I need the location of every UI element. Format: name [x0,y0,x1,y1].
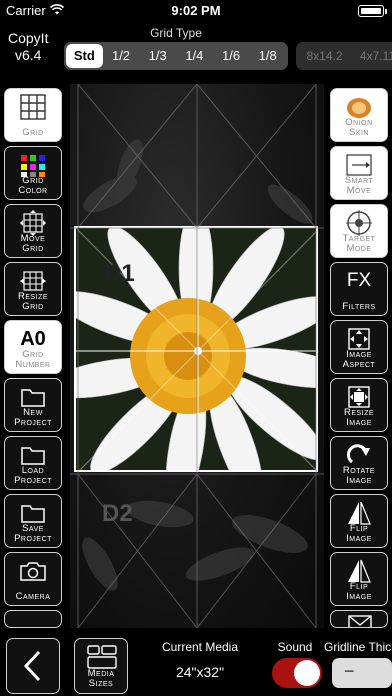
canvas-area[interactable]: D1 D2 [70,84,324,628]
resize-image-button[interactable]: Resize Image [330,378,388,432]
grid-number-button[interactable]: A0 Grid Number [4,320,62,374]
grid-number-label-2: Number [15,359,51,370]
cell-label-d2: D2 [102,500,133,527]
cell-label-d1: D1 [104,260,135,287]
grid-type-eighth[interactable]: 1/8 [249,44,286,68]
grid-type-quarter[interactable]: 1/4 [176,44,213,68]
grid-size-option[interactable]: 8x14.2 [298,44,351,68]
camera-button[interactable]: Camera [4,552,62,606]
fx-icon: FX [346,270,372,291]
grid-color-button[interactable]: Grid Color [4,146,62,200]
grid-type-third[interactable]: 1/3 [139,44,176,68]
flip-vertical-label-2: Image [346,591,372,602]
move-grid-label-2: Grid [22,243,44,254]
app-title: CopyIt v6.4 [8,30,48,64]
smart-move-button[interactable]: Smart Move [330,146,388,200]
onion-skin-label-2: Skin [348,127,369,138]
current-media-label: Current Media [161,640,239,654]
status-time: 9:02 PM [171,3,221,18]
load-project-button[interactable]: Load Project [4,436,62,490]
resize-grid-label-2: Grid [22,301,44,312]
new-project-label-2: Project [14,417,52,428]
grid-button-label: Grid [22,127,44,138]
sound-toggle[interactable] [272,658,322,688]
image-aspect-button[interactable]: Image Aspect [330,320,388,374]
new-project-button[interactable]: New Project [4,378,62,432]
flip-image-vertical-button[interactable]: Flip Image [330,552,388,606]
save-project-button[interactable]: Save Project [4,494,62,548]
toggle-knob [294,660,320,686]
image-aspect-label-2: Aspect [342,359,376,370]
app-version: v6.4 [15,47,42,63]
media-sizes-icon [87,645,117,669]
battery-icon [358,5,387,17]
media-sizes-button[interactable]: Media Sizes [74,638,128,694]
partial-tool-button[interactable] [4,610,62,628]
rotate-image-button[interactable]: Rotate Image [330,436,388,490]
camera-icon [20,562,46,581]
back-button[interactable] [6,638,60,694]
grid-color-label-2: Color [18,185,48,196]
resize-image-label-2: Image [346,417,372,428]
filters-label: Filters [342,301,376,312]
rotate-image-label-2: Image [346,475,372,486]
sound-label: Sound [277,640,313,654]
filters-button[interactable]: FX Filters [330,262,388,316]
move-grid-button[interactable]: Move Grid [4,204,62,258]
flip-image-horizontal-button[interactable]: Flip Image [330,494,388,548]
onion-skin-button[interactable]: Onion Skin [330,88,388,142]
app-name: CopyIt [8,30,49,46]
media-sizes-label-2: Sizes [88,678,114,689]
stepper-minus-button[interactable]: − [332,661,392,682]
grid-button[interactable]: Grid [4,88,62,142]
grid-overlay [70,84,324,628]
partial-tool-button[interactable] [330,610,388,628]
save-project-label-2: Project [14,533,52,544]
grid-type-label: Grid Type [150,26,202,40]
camera-label: Camera [15,591,51,602]
load-project-label-2: Project [14,475,52,486]
resize-grid-button[interactable]: Resize Grid [4,262,62,316]
current-media-value: 24"x32" [175,664,225,680]
gridline-thickness-stepper[interactable]: − [332,658,392,688]
status-bar: Carrier 9:02 PM [0,0,392,22]
chevron-left-icon [23,650,41,682]
flip-horizontal-label-2: Image [346,533,372,544]
grid-size-option[interactable]: 4x7.11 [351,44,392,68]
grid-icon [20,94,46,120]
grid-size-selector[interactable]: 8x14.2 4x7.11 [296,42,392,70]
grid-type-half[interactable]: 1/2 [103,44,140,68]
bottom-bar: Media Sizes Current Media 24"x32" Sound G… [0,628,392,696]
grid-type-sixth[interactable]: 1/6 [213,44,250,68]
grid-type-std[interactable]: Std [66,44,103,68]
target-mode-button[interactable]: Target Mode [330,204,388,258]
target-mode-label-2: Mode [346,243,372,254]
grid-type-selector[interactable]: Std 1/2 1/3 1/4 1/6 1/8 [64,42,288,70]
mail-icon [348,615,372,627]
gridline-thickness-label: Gridline Thick [324,640,392,654]
smart-move-label-2: Move [346,185,372,196]
